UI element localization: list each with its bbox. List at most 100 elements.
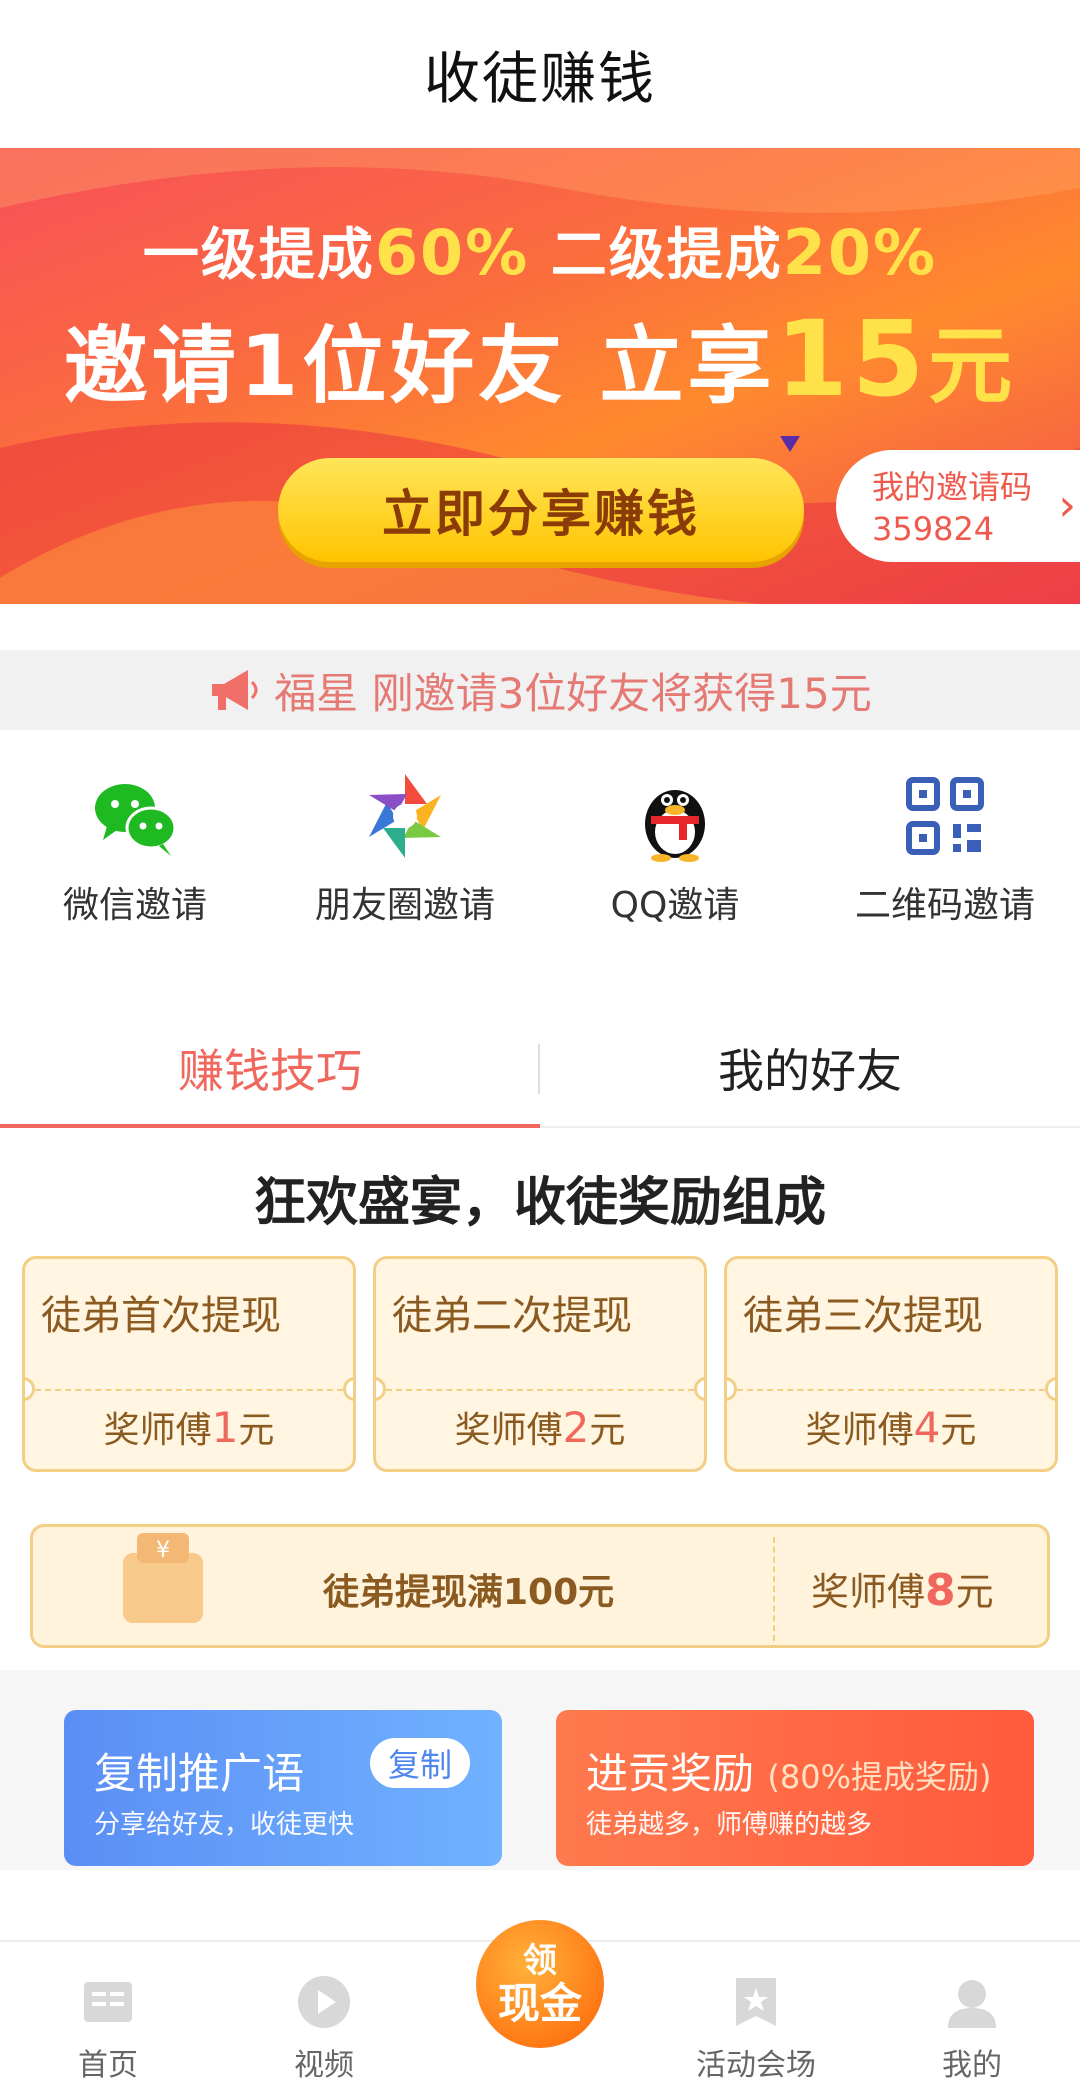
reward-value: 1 bbox=[211, 1403, 239, 1452]
tribute-title: 进贡奖励 (80%提成奖励) bbox=[586, 1740, 991, 1801]
moments-icon bbox=[359, 770, 451, 862]
tribute-title-sub: (80%提成奖励) bbox=[767, 1758, 992, 1796]
invite-headline: 邀请1位好友 立享15元 bbox=[0, 298, 1080, 420]
reward-unit: 元 bbox=[238, 1410, 275, 1451]
nav-home-label: 首页 bbox=[78, 2048, 138, 2083]
invite-qq[interactable]: QQ邀请 bbox=[540, 770, 810, 950]
video-icon bbox=[298, 1976, 350, 2028]
level1-percent: 60% bbox=[374, 216, 530, 289]
invite-wechat-label: 微信邀请 bbox=[62, 885, 207, 926]
promo-banner[interactable]: 一级提成60% 二级提成20% 邀请1位好友 立享15元 立即分享赚钱 我的邀请… bbox=[0, 148, 1080, 604]
reward-card-first: 徒弟首次提现 奖师傅1元 bbox=[22, 1256, 356, 1472]
commission-rates: 一级提成60% 二级提成20% bbox=[0, 210, 1080, 291]
invite-notice-bar: 福星 刚邀请3位好友将获得15元 bbox=[0, 650, 1080, 730]
tribute-reward-card[interactable]: 进贡奖励 (80%提成奖励) 徒弟越多，师傅赚的越多 bbox=[556, 1710, 1034, 1866]
level1-label: 一级提成 bbox=[142, 223, 375, 288]
activity-icon bbox=[736, 1978, 776, 2026]
tab-divider bbox=[538, 1044, 540, 1094]
reward-unit: 元 bbox=[955, 1570, 994, 1614]
invite-moments-label: 朋友圈邀请 bbox=[314, 885, 495, 926]
invite-code-value: 359824 bbox=[872, 510, 995, 548]
nav-profile[interactable]: 我的 bbox=[864, 1942, 1080, 2091]
reward-prefix: 奖师傅 bbox=[811, 1570, 926, 1614]
card-notch bbox=[727, 1377, 737, 1401]
copy-slogan-subtitle: 分享给好友，收徒更快 bbox=[94, 1810, 355, 1840]
megaphone-icon bbox=[212, 670, 258, 710]
nav-video-label: 视频 bbox=[294, 2048, 354, 2083]
section-title: 狂欢盛宴，收徒奖励组成 bbox=[253, 1173, 826, 1233]
invite-options: 微信邀请 朋友圈邀请 QQ邀请 二维码邀请 bbox=[0, 770, 1080, 950]
card-divider bbox=[773, 1537, 775, 1641]
invite-qq-label: QQ邀请 bbox=[610, 885, 740, 926]
copy-button[interactable]: 复制 bbox=[370, 1738, 470, 1788]
invite-wechat[interactable]: 微信邀请 bbox=[0, 770, 270, 950]
reward-prefix: 奖师傅 bbox=[103, 1410, 212, 1451]
tribute-title-text: 进贡奖励 bbox=[586, 1749, 755, 1798]
card-divider bbox=[376, 1389, 704, 1391]
reward-card-amount: 奖师傅1元 bbox=[25, 1401, 353, 1453]
qq-icon bbox=[629, 770, 721, 862]
chevron-right-icon: › bbox=[1058, 480, 1076, 531]
get-cash-button[interactable]: 领 现金 bbox=[476, 1920, 604, 2048]
reward-card-amount: 奖师傅2元 bbox=[376, 1401, 704, 1453]
card-divider bbox=[727, 1389, 1055, 1391]
reward-value: 8 bbox=[925, 1565, 956, 1616]
reward-card-title: 徒弟二次提现 bbox=[392, 1293, 632, 1339]
reward-card-third: 徒弟三次提现 奖师傅4元 bbox=[724, 1256, 1058, 1472]
level2-label: 二级提成 bbox=[550, 223, 783, 288]
promo-area: 复制推广语 复制 分享给好友，收徒更快 进贡奖励 (80%提成奖励) 徒弟越多，… bbox=[0, 1670, 1080, 1870]
page-title: 收徒赚钱 bbox=[424, 46, 656, 112]
nav-profile-label: 我的 bbox=[942, 2048, 1002, 2083]
invite-qrcode[interactable]: 二维码邀请 bbox=[810, 770, 1080, 950]
nav-activity-label: 活动会场 bbox=[696, 2048, 816, 2083]
home-icon bbox=[84, 1982, 132, 2022]
level2-percent: 20% bbox=[782, 216, 938, 289]
reward-value: 4 bbox=[913, 1403, 941, 1452]
reward-unit: 元 bbox=[589, 1410, 626, 1451]
share-earn-button[interactable]: 立即分享赚钱 bbox=[278, 458, 804, 562]
card-notch bbox=[343, 1377, 353, 1401]
invite-code-box[interactable]: 我的邀请码 359824 › bbox=[836, 450, 1080, 562]
card-notch bbox=[694, 1377, 704, 1401]
card-notch bbox=[25, 1377, 35, 1401]
copy-slogan-title: 复制推广语 bbox=[94, 1749, 305, 1798]
reward-unit: 元 bbox=[940, 1410, 977, 1451]
tribute-subtitle: 徒弟越多，师傅赚的越多 bbox=[586, 1810, 873, 1840]
milestone-reward-card: ¥ 徒弟提现满100元 奖师傅8元 bbox=[30, 1524, 1050, 1648]
invite-code-label: 我的邀请码 bbox=[872, 468, 1033, 506]
tab-my-friends[interactable]: 我的好友 bbox=[540, 1010, 1080, 1126]
money-bag-icon: ¥ bbox=[123, 1533, 203, 1623]
reward-card-second: 徒弟二次提现 奖师傅2元 bbox=[373, 1256, 707, 1472]
copy-slogan-card[interactable]: 复制推广语 复制 分享给好友，收徒更快 bbox=[64, 1710, 502, 1866]
milestone-amount: 奖师傅8元 bbox=[811, 1561, 994, 1616]
reward-card-amount: 奖师傅4元 bbox=[727, 1401, 1055, 1453]
reward-prefix: 奖师傅 bbox=[805, 1410, 914, 1451]
get-cash-line2: 现金 bbox=[497, 1979, 582, 2028]
nav-activity[interactable]: 活动会场 bbox=[648, 1942, 864, 2091]
svg-text:¥: ¥ bbox=[156, 1538, 170, 1563]
nav-video[interactable]: 视频 bbox=[216, 1942, 432, 2091]
reward-cards: 徒弟首次提现 奖师傅1元 徒弟二次提现 奖师傅2元 徒弟三次提现 奖师傅4元 bbox=[22, 1256, 1058, 1472]
notice-text: 福星 刚邀请3位好友将获得15元 bbox=[274, 668, 872, 718]
card-notch bbox=[1045, 1377, 1055, 1401]
title-bar: 收徒赚钱 bbox=[0, 0, 1080, 148]
invite-reward-unit: 元 bbox=[928, 317, 1017, 415]
wechat-icon bbox=[89, 770, 181, 862]
get-cash-line1: 领 bbox=[523, 1941, 557, 1981]
tab-earning-tips[interactable]: 赚钱技巧 bbox=[0, 1010, 540, 1128]
reward-prefix: 奖师傅 bbox=[454, 1410, 563, 1451]
milestone-text: 徒弟提现满100元 bbox=[323, 1572, 615, 1613]
tab-bar: 赚钱技巧 我的好友 bbox=[0, 1010, 1080, 1128]
qrcode-icon bbox=[899, 770, 991, 862]
profile-icon bbox=[948, 1980, 996, 2028]
card-notch bbox=[376, 1377, 386, 1401]
nav-home[interactable]: 首页 bbox=[0, 1942, 216, 2091]
invite-reward-amount: 15 bbox=[775, 298, 929, 420]
reward-card-title: 徒弟三次提现 bbox=[743, 1293, 983, 1339]
reward-value: 2 bbox=[562, 1403, 590, 1452]
reward-card-title: 徒弟首次提现 bbox=[41, 1293, 281, 1339]
invite-moments[interactable]: 朋友圈邀请 bbox=[270, 770, 540, 950]
invite-headline-text: 邀请1位好友 立享 bbox=[63, 317, 776, 415]
card-divider bbox=[25, 1389, 353, 1391]
invite-qrcode-label: 二维码邀请 bbox=[854, 885, 1035, 926]
